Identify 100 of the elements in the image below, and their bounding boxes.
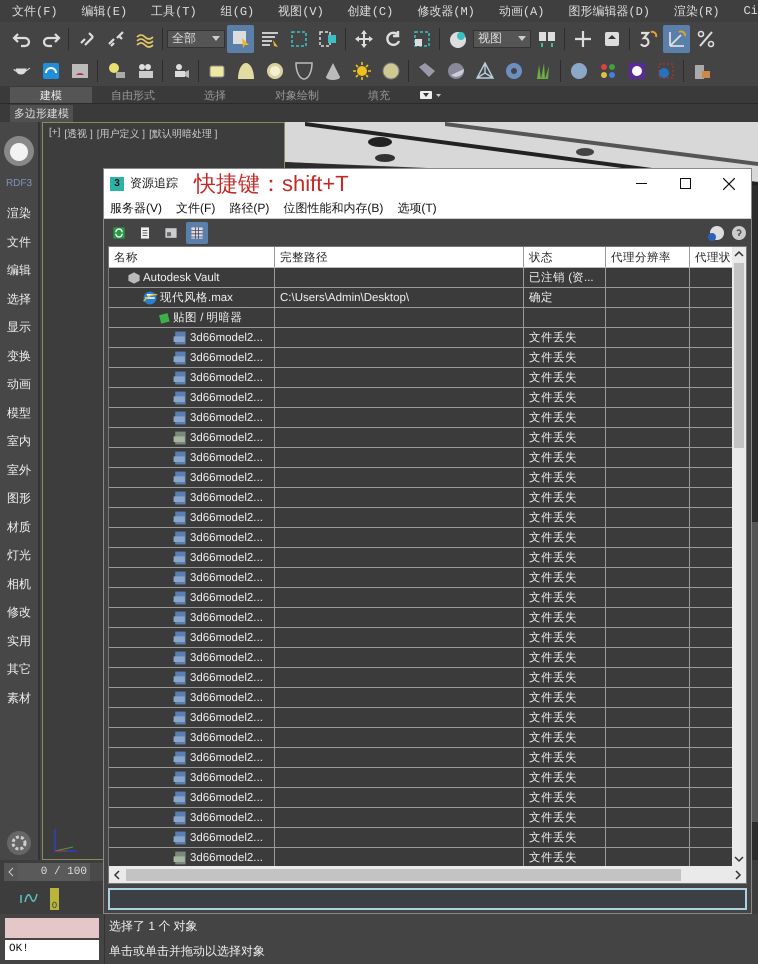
- time-slider-thumb[interactable]: 0 / 100: [18, 863, 90, 881]
- table-cell[interactable]: 3d66model2...: [109, 348, 275, 367]
- table-cell[interactable]: 3d66model2...: [109, 528, 275, 547]
- scrollbar-thumb[interactable]: [734, 263, 744, 448]
- table-cell[interactable]: 3d66model2...: [109, 408, 275, 427]
- sidebar-item[interactable]: 图形: [7, 490, 31, 518]
- sidebar-item[interactable]: 文件: [7, 234, 31, 262]
- table-cell[interactable]: 3d66model2...: [109, 768, 275, 787]
- column-header[interactable]: 代理分辨率: [606, 247, 690, 267]
- sidebar-item[interactable]: 模型: [7, 404, 31, 433]
- table-cell[interactable]: 3d66model2...: [109, 508, 275, 527]
- menu-item[interactable]: 位图性能和内存(B): [283, 200, 384, 216]
- table-cell[interactable]: 3d66model2...: [109, 388, 275, 407]
- horizontal-scrollbar[interactable]: [109, 866, 746, 883]
- sidebar-item[interactable]: 灯光: [7, 547, 31, 576]
- ribbon-tab[interactable]: 自由形式: [92, 87, 174, 103]
- table-cell[interactable]: 3d66model2...: [109, 448, 275, 467]
- menu-item[interactable]: 文件(F): [176, 200, 216, 216]
- table-cell[interactable]: 3d66model2...: [109, 428, 275, 447]
- table-cell[interactable]: 3d66model2...: [109, 628, 275, 647]
- sidebar-item[interactable]: 室外: [7, 462, 31, 490]
- table-cell[interactable]: 3d66model2...: [109, 588, 275, 607]
- table-cell[interactable]: 3d66model2...: [109, 608, 275, 627]
- ribbon-tab[interactable]: 填充: [338, 87, 420, 103]
- table-cell[interactable]: 3d66model2...: [109, 488, 275, 507]
- table-cell[interactable]: Autodesk Vault: [109, 268, 275, 287]
- help-icon[interactable]: [707, 224, 725, 242]
- menu-item[interactable]: 选项(T): [397, 200, 437, 216]
- viewport-label[interactable]: [默认明暗处理 ]: [149, 127, 218, 141]
- sidebar-item[interactable]: 显示: [7, 319, 31, 348]
- dropdown[interactable]: 视图: [473, 30, 531, 48]
- settings-icon[interactable]: [6, 830, 32, 856]
- sidebar-item[interactable]: 实用: [7, 632, 31, 661]
- minimize-icon: [636, 182, 646, 184]
- table-cell[interactable]: 3d66model2...: [109, 828, 275, 847]
- viewport-label[interactable]: [用户定义 ]: [96, 127, 146, 141]
- sidebar-item[interactable]: 室内: [7, 433, 31, 462]
- table-cell[interactable]: 3d66model2...: [109, 748, 275, 767]
- toolbar-button[interactable]: [186, 222, 208, 244]
- menu-item[interactable]: 文件(F): [12, 2, 58, 20]
- table-cell[interactable]: 3d66model2...: [109, 548, 275, 567]
- sidebar-item[interactable]: 变换: [7, 348, 31, 376]
- menu-item[interactable]: 工具(T): [151, 2, 197, 20]
- toolbar-button[interactable]: [663, 24, 690, 52]
- sidebar-item[interactable]: 相机: [7, 576, 31, 604]
- menu-item[interactable]: 服务器(V): [110, 200, 162, 216]
- sidebar-item[interactable]: 选择: [7, 290, 31, 319]
- menu-item[interactable]: Ci: [743, 4, 758, 18]
- input-field[interactable]: [108, 888, 747, 910]
- table-cell[interactable]: 3d66model2...: [109, 708, 275, 727]
- table-cell[interactable]: 3d66model2...: [109, 568, 275, 587]
- table-cell[interactable]: 现代风格.max: [109, 288, 275, 307]
- vertical-scrollbar[interactable]: [732, 247, 746, 866]
- ribbon-tab[interactable]: 选择: [174, 87, 256, 103]
- ribbon-tab[interactable]: 对象绘制: [256, 87, 338, 103]
- sidebar-item[interactable]: 动画: [7, 376, 31, 404]
- dropdown[interactable]: 全部: [167, 30, 225, 48]
- chevron-right-icon[interactable]: [733, 868, 743, 880]
- viewport-label[interactable]: [+]: [49, 127, 60, 141]
- ribbon-tab[interactable]: 建模: [10, 87, 92, 103]
- help-icon[interactable]: [729, 224, 747, 242]
- table-cell[interactable]: 3d66model2...: [109, 368, 275, 387]
- menu-item[interactable]: 修改器(M): [417, 2, 475, 20]
- table-cell[interactable]: 3d66model2...: [109, 328, 275, 347]
- time-slider[interactable]: 0 / 100: [18, 863, 103, 881]
- table-cell[interactable]: 3d66model2...: [109, 468, 275, 487]
- previous-frame-button[interactable]: [4, 863, 18, 881]
- table-cell[interactable]: 贴图 / 明暗器: [109, 308, 275, 327]
- table-cell[interactable]: 3d66model2...: [109, 728, 275, 747]
- menu-item[interactable]: 图形编辑器(D): [568, 2, 650, 20]
- viewport-label[interactable]: [透视 ]: [64, 127, 93, 141]
- sidebar-item[interactable]: 材质: [7, 518, 31, 547]
- sidebar-item[interactable]: 修改: [7, 604, 31, 632]
- menu-item[interactable]: 创建(C): [348, 2, 394, 20]
- menu-item[interactable]: 渲染(R): [674, 2, 720, 20]
- menu-item[interactable]: 组(G): [220, 2, 254, 20]
- table-cell[interactable]: 3d66model2...: [109, 648, 275, 667]
- chevron-left-icon[interactable]: [112, 868, 122, 880]
- script-listener-field[interactable]: [5, 918, 99, 938]
- toolbar-button[interactable]: [227, 24, 254, 52]
- scrollbar-thumb[interactable]: [126, 868, 681, 880]
- table-cell[interactable]: 3d66model2...: [109, 668, 275, 687]
- menu-item[interactable]: 编辑(E): [82, 2, 128, 20]
- ribbon-panel-label[interactable]: 多边形建模: [10, 104, 73, 122]
- menu-item[interactable]: 动画(A): [498, 2, 544, 20]
- table-cell[interactable]: 3d66model2...: [109, 688, 275, 707]
- menu-item[interactable]: 视图(V): [278, 2, 324, 20]
- table-cell[interactable]: 3d66model2...: [109, 788, 275, 807]
- sidebar-item[interactable]: 渲染: [7, 205, 31, 234]
- dropdown-icon[interactable]: [420, 89, 442, 101]
- sidebar-item[interactable]: 编辑: [7, 262, 31, 290]
- sidebar-item[interactable]: 其它: [7, 661, 31, 690]
- column-header[interactable]: 状态: [524, 247, 606, 267]
- column-header[interactable]: 完整路径: [275, 247, 524, 267]
- keyframe-marker[interactable]: 0: [50, 888, 59, 910]
- sidebar-item[interactable]: 素材: [7, 690, 31, 718]
- menu-item[interactable]: 路径(P): [229, 200, 270, 216]
- script-output-field[interactable]: OK!: [5, 940, 99, 960]
- column-header[interactable]: 名称: [109, 247, 275, 267]
- table-cell[interactable]: 3d66model2...: [109, 808, 275, 827]
